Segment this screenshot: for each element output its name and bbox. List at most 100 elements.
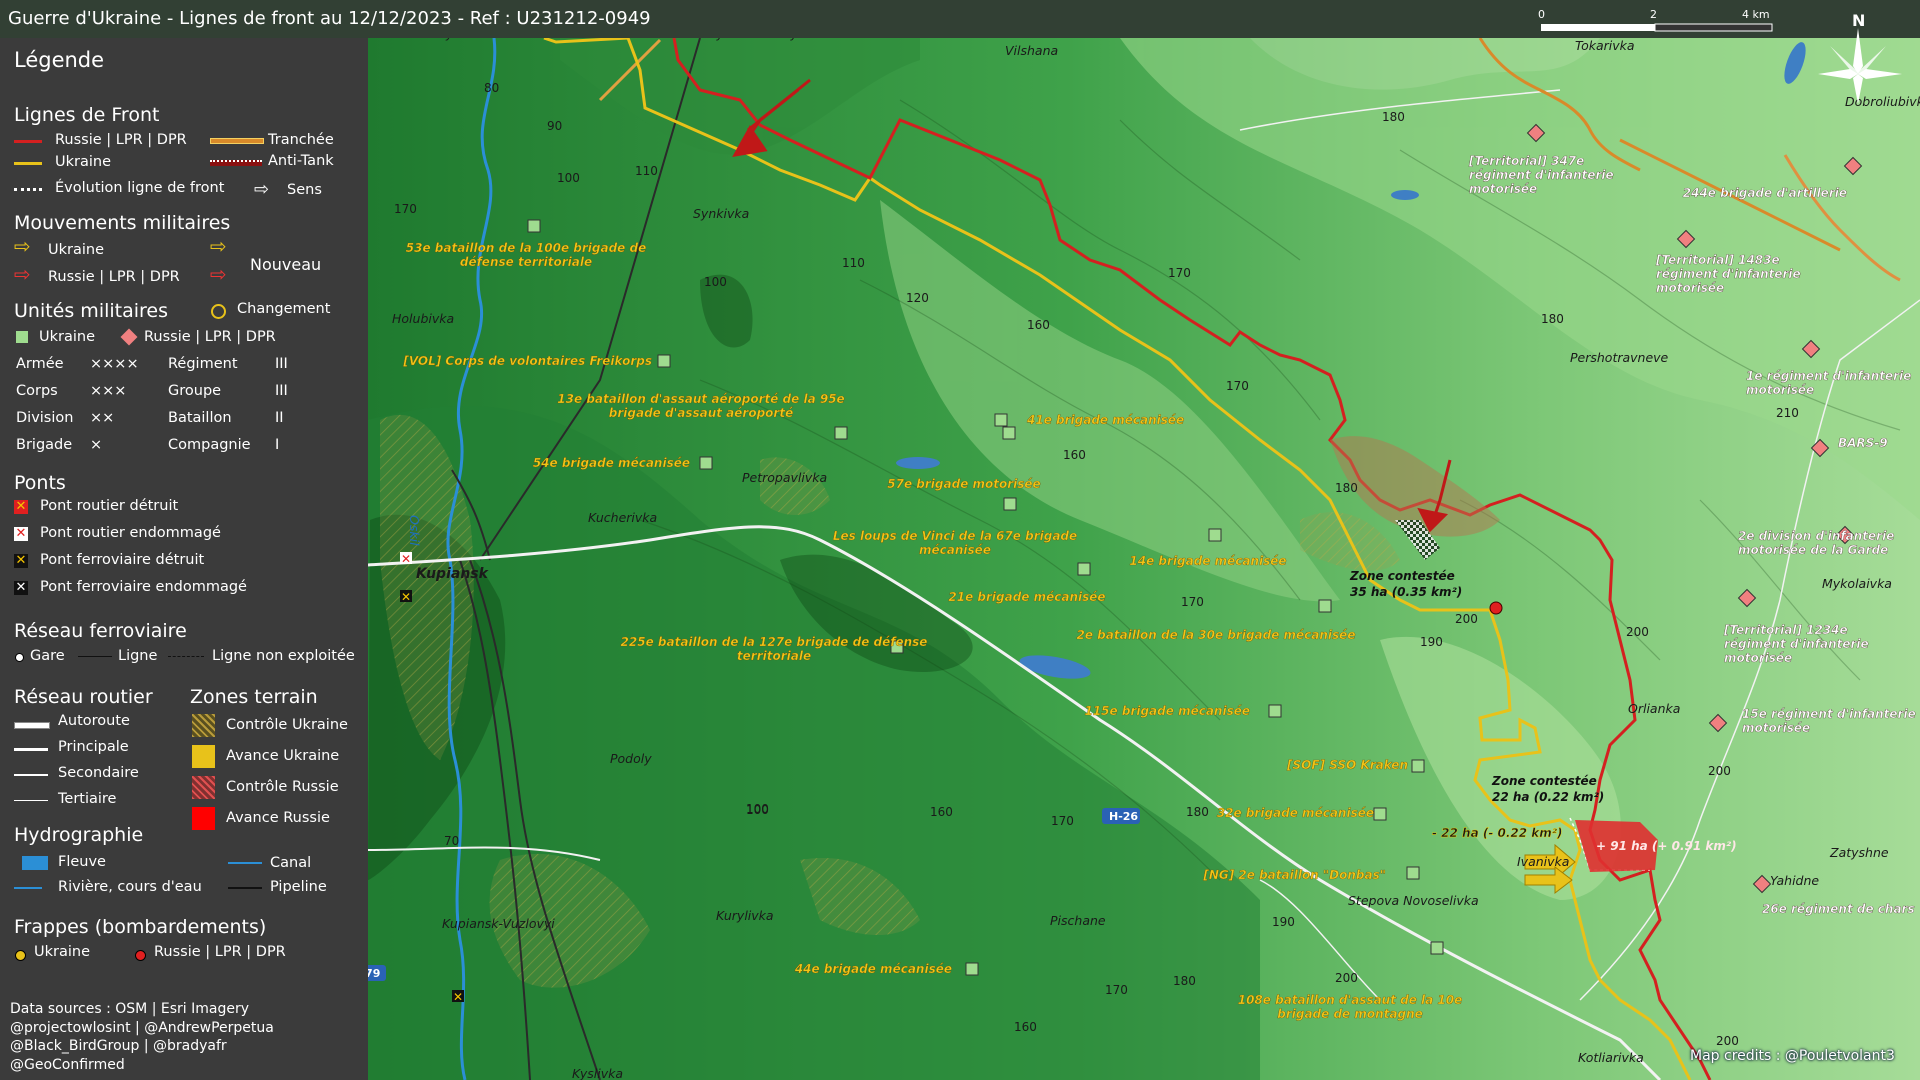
unit-label: 115e brigade mécanisée xyxy=(1084,704,1250,718)
hydro-canal-label: Canal xyxy=(270,855,312,871)
map-page: ✕ ✕ ✕ H-26 P79 Kalynove Lyman Pershyi Vils… xyxy=(0,0,1920,1080)
hydro-heading: Hydrographie xyxy=(14,824,144,846)
zone-label: Contrôle Ukraine xyxy=(226,717,348,733)
elevation-label: 170 xyxy=(1181,595,1204,609)
russia-unit-icon xyxy=(120,328,138,346)
road-label: Autoroute xyxy=(58,713,130,729)
north-arrow-icon: N xyxy=(1810,8,1910,108)
road-swatch xyxy=(14,748,48,751)
moves-new-label: Nouveau xyxy=(250,255,322,274)
scale-2: 2 xyxy=(1650,8,1657,21)
place-label: Podoly xyxy=(610,751,652,766)
source-line: @Black_BirdGroup | @bradyafr xyxy=(10,1038,227,1054)
place-label: Kyslivka xyxy=(572,1066,623,1080)
hydro-river-label: Fleuve xyxy=(58,854,106,870)
unit-size-cell: ××× xyxy=(90,383,127,399)
stream-swatch xyxy=(14,887,42,889)
ukraine-unit-marker[interactable]: 54e brigade mécanisée xyxy=(533,456,713,470)
ukraine-line-swatch xyxy=(14,162,42,165)
elevation-label: 160 xyxy=(1063,448,1086,462)
road-swatch xyxy=(14,774,48,776)
unit-size-cell: I xyxy=(275,437,280,453)
moves-heading: Mouvements militaires xyxy=(14,212,231,234)
ukraine-unit-icon xyxy=(834,426,848,440)
ukraine-unit-marker[interactable]: 44e brigade mécanisée xyxy=(794,962,979,976)
ukraine-unit-icon xyxy=(527,219,541,233)
unit-size-cell: Régiment xyxy=(168,356,238,372)
trench-swatch xyxy=(210,138,264,144)
elevation-label: 180 xyxy=(1186,805,1209,819)
elevation-label: 180 xyxy=(1173,974,1196,988)
unit-label: 2e bataillon de la 30e brigade mécanisée xyxy=(1077,628,1356,642)
unit-size-cell: Compagnie xyxy=(168,437,251,453)
ukraine-unit-marker[interactable]: 32e brigade mécanisée xyxy=(1217,806,1387,821)
strikes-russia-label: Russie | LPR | DPR xyxy=(154,944,286,960)
front-evolution-label: Évolution ligne de front xyxy=(55,180,225,196)
place-label: Synkivka xyxy=(693,206,749,221)
svg-text:✕: ✕ xyxy=(453,990,463,1004)
moves-ukraine-label: Ukraine xyxy=(48,242,104,258)
place-label: Ivanivka xyxy=(1517,854,1569,869)
rail-unused-swatch xyxy=(168,656,204,657)
elevation-label: 80 xyxy=(484,81,499,95)
front-line-map[interactable]: ✕ ✕ ✕ H-26 P79 Kalynove Lyman Pershyi Vils… xyxy=(368,38,1920,1080)
rail-line-swatch xyxy=(78,656,112,657)
bridge-icon: ✕ xyxy=(14,580,28,595)
ukraine-unit-icon xyxy=(699,456,713,470)
ukraine-unit-icon xyxy=(1430,941,1444,955)
elevation-label: 90 xyxy=(547,119,562,133)
ukraine-unit-icon xyxy=(1002,426,1016,440)
legend-panel: Légende Lignes de Front Russie | LPR | D… xyxy=(0,38,368,1080)
front-trench-label: Tranchée xyxy=(268,132,334,148)
hydro-pipeline-label: Pipeline xyxy=(270,879,327,895)
elevation-label: 190 xyxy=(1272,915,1295,929)
place-label: Mykolaivka xyxy=(1822,576,1892,591)
canal-swatch xyxy=(228,862,262,864)
ukraine-unit-marker[interactable]: [VOL] Corps de volontaires Freikorps xyxy=(402,354,671,368)
place-label: Pischane xyxy=(1050,913,1106,928)
front-russia-label: Russie | LPR | DPR xyxy=(55,132,187,148)
elevation-label: 200 xyxy=(1455,612,1478,626)
unit-label: 2e division d'infanterie motorisée de la … xyxy=(1738,529,1894,557)
bridge-label: Pont ferroviaire endommagé xyxy=(40,579,247,595)
elevation-label: 180 xyxy=(1382,110,1405,124)
ukraine-unit-icon xyxy=(1077,562,1091,576)
elevation-label: 200 xyxy=(1335,971,1358,985)
strikes-ukraine-label: Ukraine xyxy=(34,944,90,960)
place-label: Vilshana xyxy=(1005,43,1058,58)
direction-arrow-icon: ⇨ xyxy=(254,179,270,200)
antitank-swatch xyxy=(210,160,262,166)
ukraine-strike-icon xyxy=(15,950,26,961)
front-ukraine-label: Ukraine xyxy=(55,154,111,170)
river-swatch xyxy=(22,856,48,870)
ukraine-unit-marker[interactable]: [SOF] SSO Kraken xyxy=(1286,758,1425,773)
unit-label: 21e brigade mécanisée xyxy=(948,590,1105,604)
source-line: @projectowlosint | @AndrewPerpetua xyxy=(10,1019,274,1036)
source-line: @GeoConfirmed xyxy=(10,1056,125,1073)
russia-unit-marker[interactable]: 2e division d'infanterie motorisée de la … xyxy=(1738,525,1895,557)
bridge-label: Pont routier détruit xyxy=(40,498,179,514)
place-label: Kotliarivka xyxy=(1578,1050,1644,1065)
unit-size-cell: Brigade xyxy=(16,437,73,453)
unit-size-cell: II xyxy=(275,410,284,426)
units-ukraine-label: Ukraine xyxy=(39,329,95,345)
bridge-label: Pont ferroviaire détruit xyxy=(40,552,205,568)
elevation-label: 170 xyxy=(394,202,417,216)
place-label: Kurylivka xyxy=(716,908,774,923)
unit-label: 14e brigade mécanisée xyxy=(1129,554,1286,568)
source-line: Data sources : OSM | Esri Imagery xyxy=(10,1001,250,1017)
bridges-heading: Ponts xyxy=(14,472,66,494)
place-label: Zatyshne xyxy=(1829,845,1889,860)
place-label: Tokarivka xyxy=(1575,38,1635,53)
russia-strike-icon xyxy=(135,950,146,961)
station-icon xyxy=(15,653,24,662)
unit-size-cell: ×× xyxy=(90,410,115,426)
place-label: Yahidne xyxy=(1770,873,1819,888)
front-heading: Lignes de Front xyxy=(14,104,160,126)
place-label: Oskil xyxy=(407,515,422,546)
ukraine-unit-icon xyxy=(1406,866,1420,880)
place-label: Kupiansk xyxy=(416,566,490,582)
units-heading: Unités militaires xyxy=(14,300,169,322)
evolution-swatch xyxy=(14,188,42,191)
units-russia-label: Russie | LPR | DPR xyxy=(144,329,276,345)
